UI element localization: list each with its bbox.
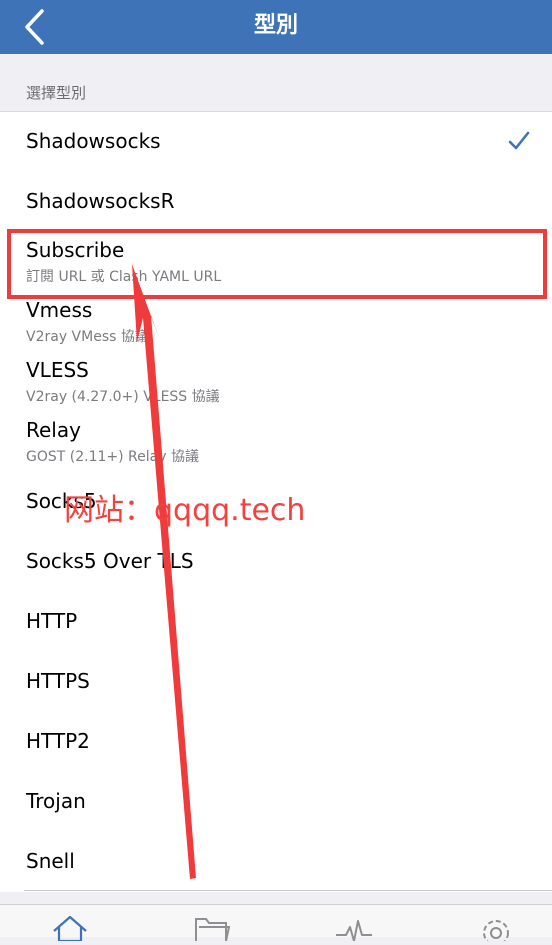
watermark-text: 网站：qqqq.tech (64, 493, 306, 528)
annotation-arrow (132, 264, 196, 879)
